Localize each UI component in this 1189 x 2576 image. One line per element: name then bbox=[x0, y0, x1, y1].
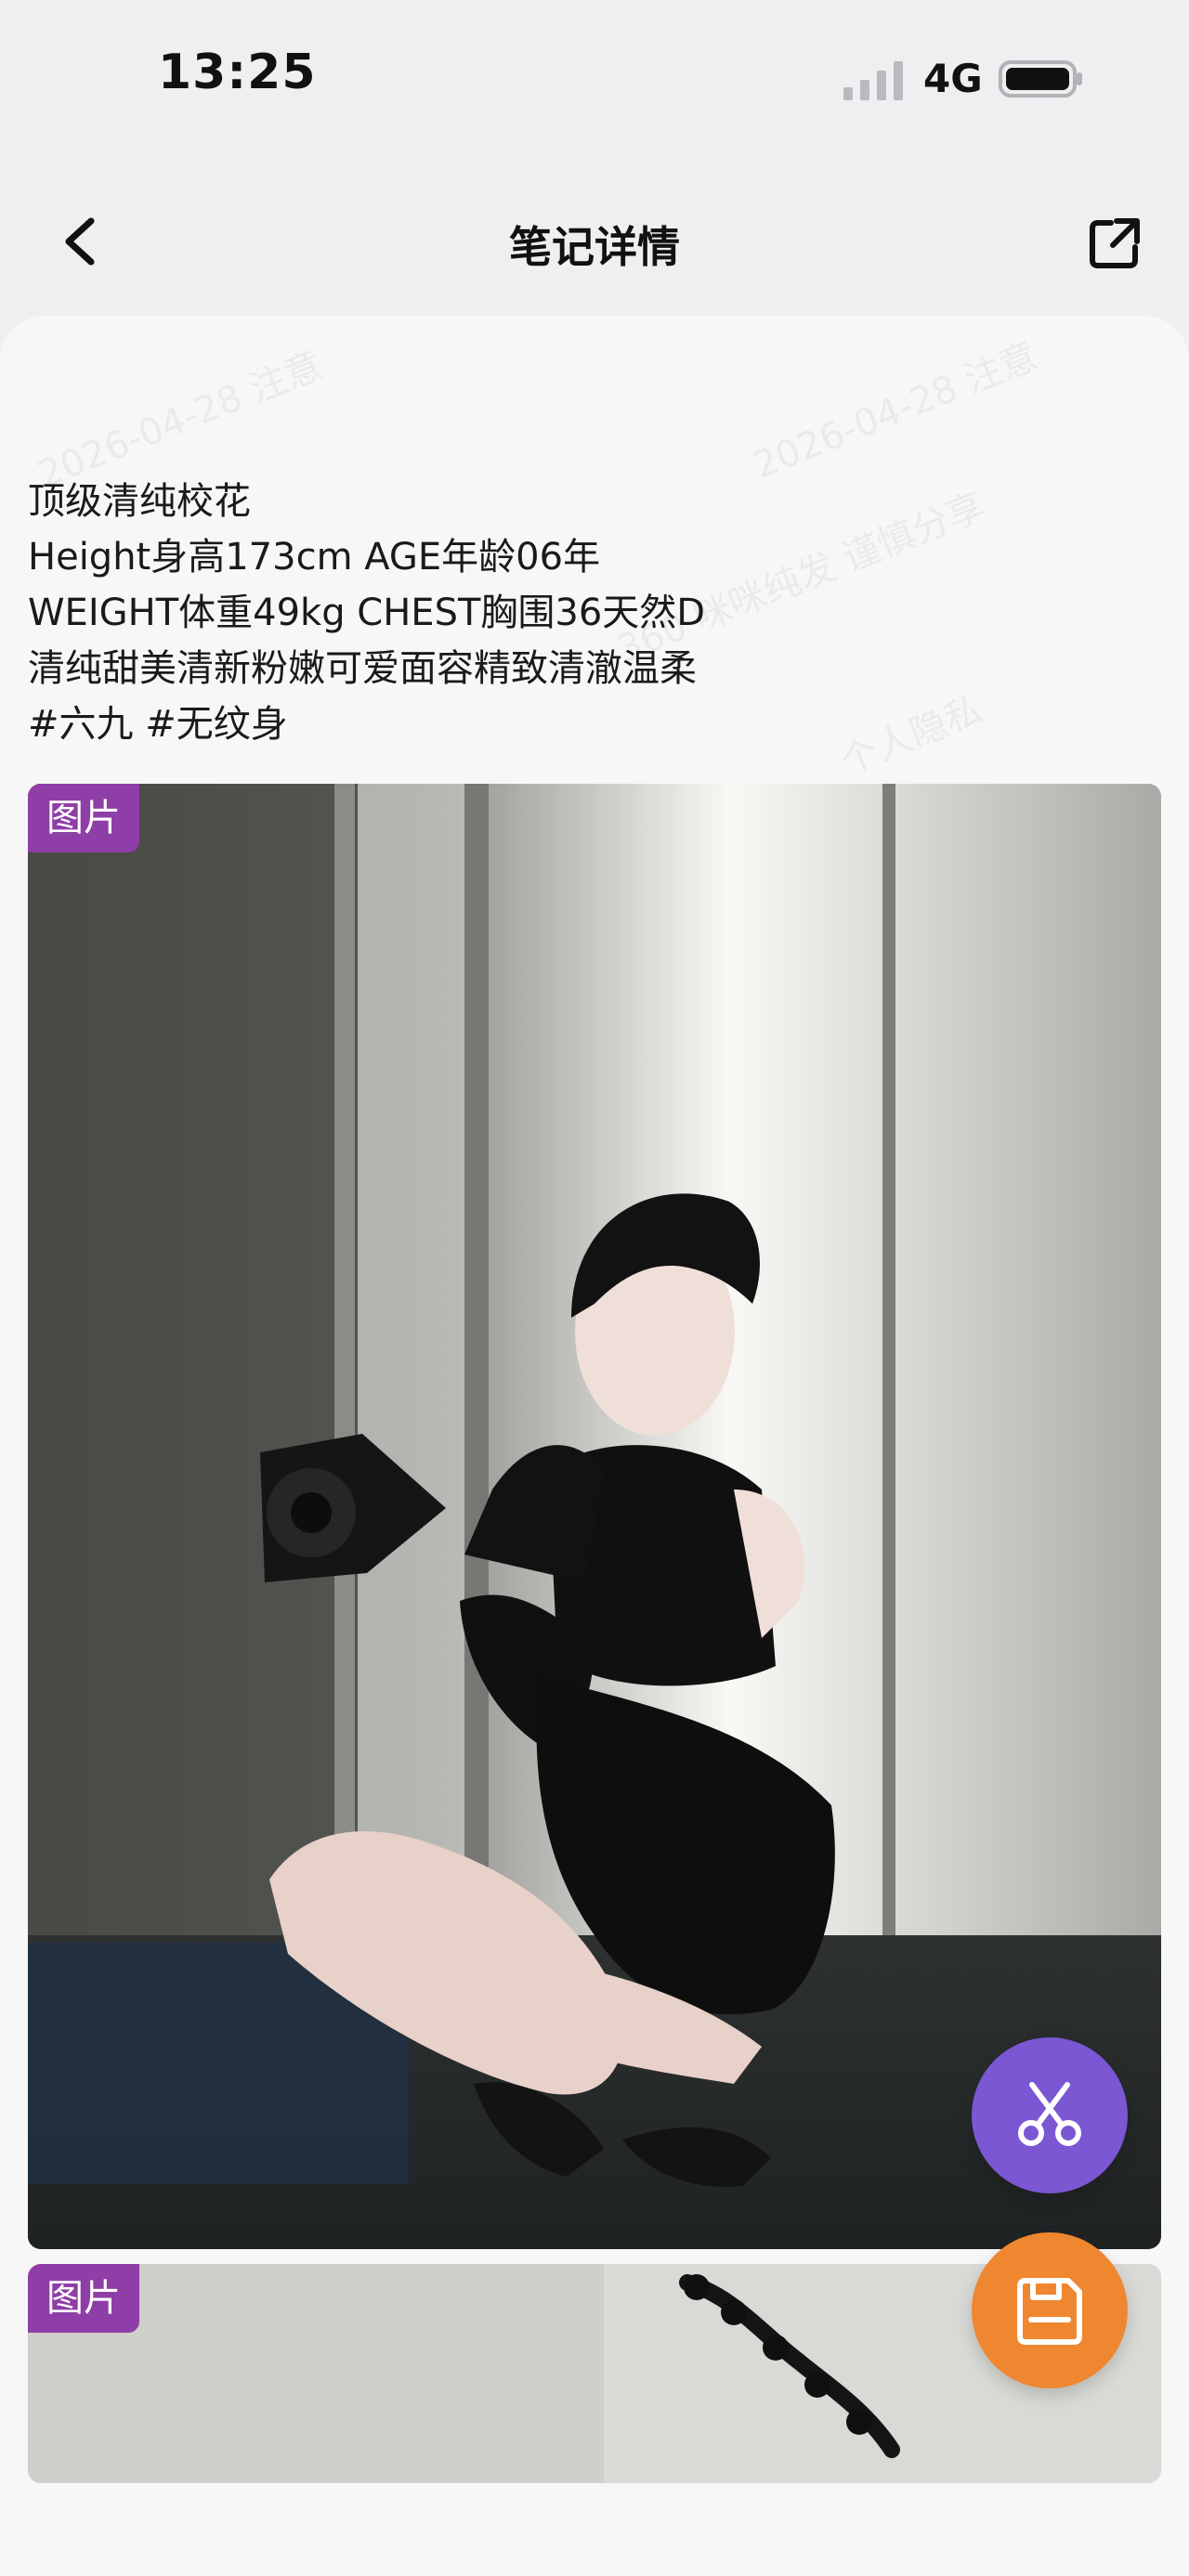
note-description: 顶级清纯校花 Height身高173cm AGE年龄06年 WEIGHT体重49… bbox=[28, 474, 1143, 752]
image-type-badge: 图片 bbox=[28, 2264, 139, 2333]
note-line: WEIGHT体重49kg CHEST胸围36天然D bbox=[28, 592, 706, 634]
note-line: 清纯甜美清新粉嫩可爱面容精致清澈温柔 bbox=[28, 647, 697, 690]
scissors-icon bbox=[1018, 2082, 1081, 2146]
cut-button[interactable] bbox=[972, 2037, 1128, 2193]
status-time: 13:25 bbox=[158, 45, 317, 100]
note-detail-screen: 13:25 4G 笔记详情 2026-04-28 注意 2026-04-28 注… bbox=[0, 0, 1189, 2576]
image-card[interactable]: 图片 bbox=[28, 784, 1161, 2249]
battery-icon bbox=[999, 60, 1082, 98]
signal-icon bbox=[843, 61, 903, 100]
save-button[interactable] bbox=[972, 2232, 1128, 2388]
status-bar: 13:25 4G bbox=[0, 0, 1189, 158]
top-navigation-bar: 笔记详情 bbox=[0, 176, 1189, 306]
note-line: Height身高173cm AGE年龄06年 bbox=[28, 536, 601, 579]
photo-image bbox=[28, 784, 1161, 2249]
note-line: 顶级清纯校花 bbox=[28, 480, 251, 523]
network-label: 4G bbox=[923, 56, 983, 101]
save-icon bbox=[1017, 2278, 1082, 2345]
share-icon[interactable] bbox=[1078, 206, 1152, 280]
watermark-text: 2026-04-28 注意 bbox=[747, 334, 1044, 488]
image-type-badge: 图片 bbox=[28, 784, 139, 852]
note-line: #六九 #无纹身 bbox=[28, 703, 288, 746]
note-content-card: 2026-04-28 注意 2026-04-28 注意 360 咪咪纯发 谨慎分… bbox=[0, 316, 1189, 2576]
page-title: 笔记详情 bbox=[509, 222, 680, 272]
